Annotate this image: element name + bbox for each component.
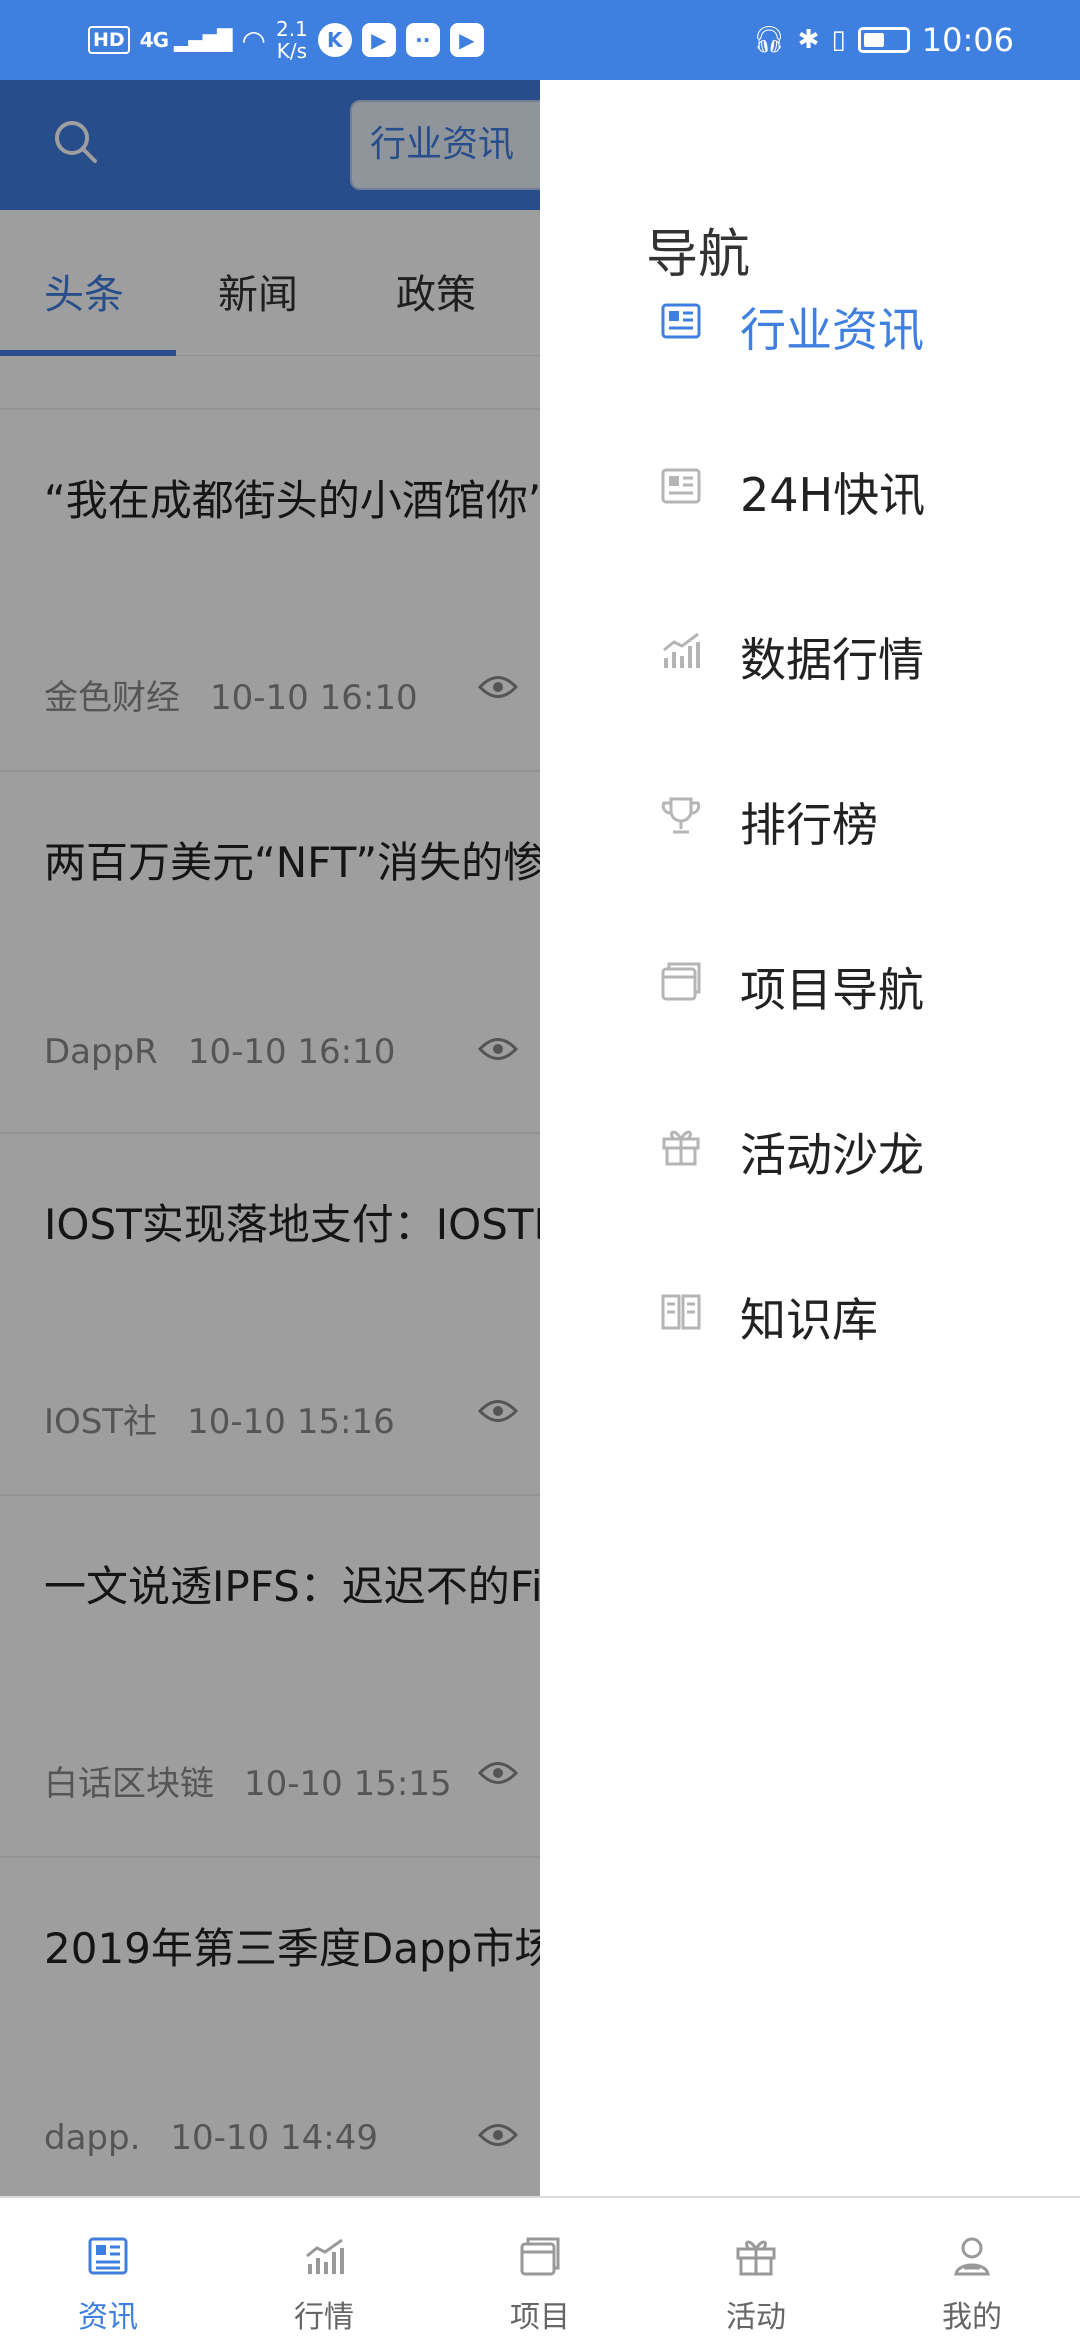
notification-video-icon: ▶ [361,23,396,57]
bottom-nav-projects[interactable]: 项目 [432,2198,648,2340]
bottom-nav-news[interactable]: 资讯 [0,2198,216,2340]
gift-icon [662,1130,700,1166]
drawer-item-label: 24H快讯 [740,468,926,522]
drawer-scrim[interactable] [0,80,540,2196]
signal-icon: 4G ▂▄▆█ [139,28,233,52]
wifi-icon: ◠ [241,23,266,57]
flash-news-icon [661,468,701,504]
network-speed-value: 2.1 [275,17,308,41]
notification-play-icon: ▶ [449,23,484,57]
chart-icon [306,2238,344,2274]
bottom-nav-label: 行情 [294,2300,354,2335]
bluetooth-icon: ✱ [797,25,820,55]
clock: 10:06 [921,21,1014,59]
window-icon [661,962,701,1001]
network-type: 4G [139,28,169,52]
drawer-item-industry-news[interactable]: 行业资讯 [540,256,1080,386]
status-bar-left: HD 4G ▂▄▆█ ◠ 2.1 K/s K ▶ ·· ▶ [88,0,484,80]
drawer-item-label: 数据行情 [740,633,924,687]
trophy-icon [661,797,701,834]
bottom-navigation: 资讯 行情 项目 活动 我的 [0,2196,1080,2340]
drawer-item-label: 行业资讯 [740,303,924,357]
drawer-item-label: 活动沙龙 [740,1128,924,1182]
bottom-nav-label: 项目 [510,2300,570,2335]
drawer-item-events-salon[interactable]: 活动沙龙 [540,1081,1080,1211]
book-icon [661,1294,701,1330]
battery-icon [857,27,910,53]
notification-app-icon: ·· [405,23,440,57]
headphone-icon: 🎧︎ [752,25,786,55]
drawer-item-label: 项目导航 [740,963,924,1017]
network-speed-unit: K/s [276,39,308,63]
drawer-item-24h-flash[interactable]: 24H快讯 [540,421,1080,551]
drawer-item-knowledge-base[interactable]: 知识库 [540,1246,1080,1376]
drawer-item-market-data[interactable]: 数据行情 [540,586,1080,716]
gift-icon [736,2240,776,2276]
bottom-nav-label: 活动 [726,2300,786,2335]
bottom-nav-profile[interactable]: 我的 [864,2198,1080,2340]
notification-app-k-icon: K [317,23,352,57]
network-speed: 2.1 K/s [276,18,308,62]
hd-badge: HD [88,26,130,54]
status-bar-right: 🎧︎ ✱ ▯ 10:06 [753,0,1014,80]
bottom-nav-label: 资讯 [78,2300,138,2335]
user-icon [954,2237,990,2276]
news-icon [661,303,701,339]
vibrate-icon: ▯ [831,25,846,55]
bottom-nav-label: 我的 [942,2300,1002,2335]
news-icon [88,2237,128,2275]
drawer-item-label: 知识库 [740,1293,878,1347]
bottom-nav-events[interactable]: 活动 [648,2198,864,2340]
navigation-drawer: 导航 行业资讯 24H快讯 数据行情 排行榜 项目导航 活动沙龙 知识库 [540,80,1080,2196]
bottom-nav-market[interactable]: 行情 [216,2198,432,2340]
chart-icon [663,632,700,668]
drawer-item-rankings[interactable]: 排行榜 [540,751,1080,881]
status-bar: HD 4G ▂▄▆█ ◠ 2.1 K/s K ▶ ·· ▶ 🎧︎ ✱ ▯ 10:… [0,0,1080,80]
window-icon [520,2237,560,2276]
drawer-item-project-navigation[interactable]: 项目导航 [540,916,1080,1046]
drawer-item-label: 排行榜 [740,798,878,852]
